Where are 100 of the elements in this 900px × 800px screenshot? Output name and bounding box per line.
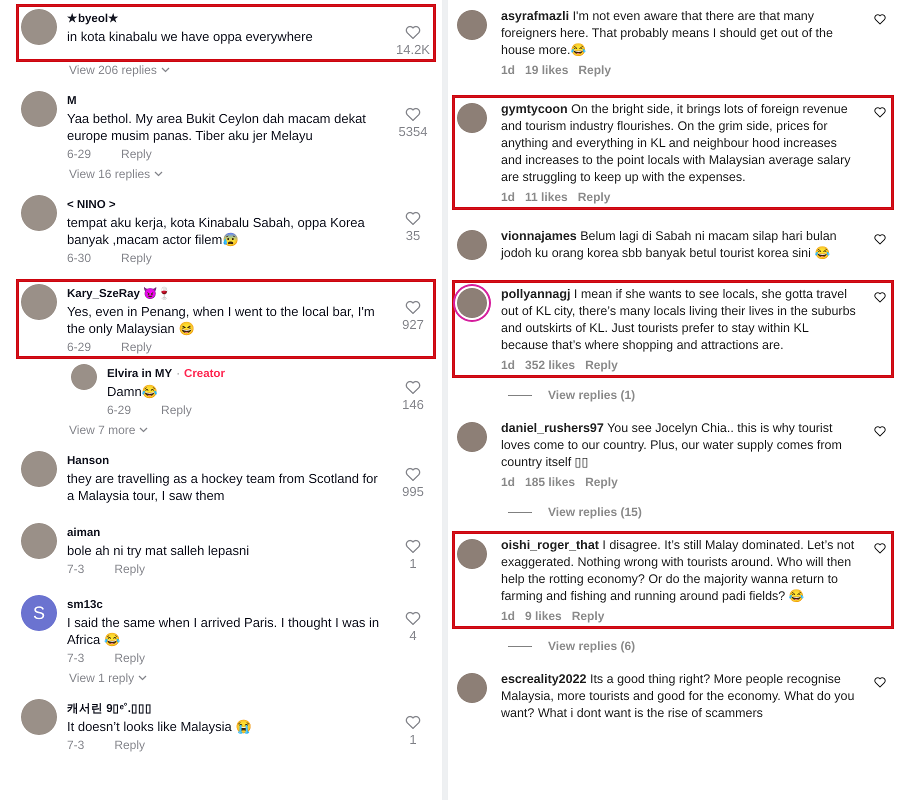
avatar-photo[interactable] [457,230,487,260]
username[interactable]: < NINO > [67,199,116,211]
like-count: 927 [402,317,424,332]
like-count: 146 [402,397,424,412]
view-replies-link[interactable]: View 16 replies [69,167,150,181]
separator-dot: · [176,368,180,380]
comment-text: gymtycoon On the bright side, it brings lots of foreign revenue and tourism industry flourishes. On the grim side, prices for anything and everything in KL and neighbour hood increases and increases to the point locals with Malaysian average salary are struggling to keep up with the expenses. [501,101,852,186]
comment-age: 1d [501,609,516,623]
username[interactable]: Kary_SzeRay 😈🍷 [67,286,172,300]
comment-text: oishi_roger_that I disagree. It’s still Malay dominated. Let’s not exaggerated. Nothing wrong with tourists around. Who will then help the rotting economy? Or do the majority wanna return to farming and fishing and running around padi fields? 😂 [501,537,856,605]
avatar-photo[interactable] [71,364,97,390]
chevron-down-icon[interactable] [139,427,148,433]
like-count: 14.2K [396,42,430,57]
chevron-down-icon[interactable] [154,171,164,177]
reply-link[interactable]: Reply [578,63,612,77]
username-link[interactable]: asyrafmazli [501,9,570,23]
reply-link[interactable]: Reply [121,251,152,265]
like-heart-icon[interactable] [873,675,887,689]
avatar-photo[interactable] [457,422,487,452]
username-link[interactable]: daniel_rushers97 [501,421,604,435]
username[interactable]: Hanson [67,455,110,467]
chevron-down-icon[interactable] [138,675,148,681]
comment-text: It doesn’t looks like Malaysia 😭 [67,718,252,735]
reply-link[interactable]: Reply [121,340,152,354]
view-replies-link[interactable]: View 1 reply [69,671,134,685]
avatar-photo[interactable] [21,91,57,127]
avatar-photo[interactable] [457,103,487,133]
username[interactable]: sm13c [67,599,103,611]
like-heart-icon[interactable] [873,232,887,246]
like-heart-icon[interactable] [873,541,887,555]
reply-link[interactable]: Reply [585,358,618,372]
comment-text: vionnajames Belum lagi di Sabah ni macam silap hari bulan jodoh ku orang korea sbb banyak betul tourist korea sini 😂 [501,228,838,262]
comment-date: 7-3 [67,562,84,576]
comment-text: pollyannagj I mean if she wants to see locals, she gotta travel out of KL city, there’s many locals living their lives in the suburbs and outskirts of KL. Just tourists prefer to stay within KL because that’s where shopping and attractions are. [501,286,857,354]
avatar-photo[interactable] [457,10,487,40]
comment-text: in kota kinabalu we have oppa everywhere [67,28,314,45]
comment-text: asyrafmazli I'm not even aware that there are that many foreigners here. That probably means I should get out of the house more.😂 [501,8,834,59]
reply-link[interactable]: Reply [121,147,152,161]
username[interactable]: M [67,95,77,107]
avatar-photo[interactable] [457,539,487,569]
avatar-photo[interactable] [21,9,57,45]
username-link[interactable]: gymtycoon [501,102,568,116]
like-count: 19 likes [525,63,568,77]
comment-date: 6-29 [107,403,132,417]
comment-text: tempat aku kerja, kota Kinabalu Sabah, oppa Korea banyak ,macam actor filem😰 [67,214,366,248]
comment-date: 7-3 [67,738,84,752]
view-replies-link[interactable]: View 206 replies [69,63,157,77]
like-heart-icon[interactable] [873,105,887,119]
comment-age: 1d [501,190,516,204]
view-replies-link[interactable]: View replies (1) [548,388,636,402]
reply-link[interactable]: Reply [114,738,146,752]
comment-text: I said the same when I arrived Paris. I thought I was in Africa 😂 [67,614,380,648]
like-count: 4 [409,628,417,643]
view-replies-link[interactable]: View 7 more [69,423,136,437]
reply-link[interactable]: Reply [114,562,146,576]
username[interactable]: ★byeol★ [67,11,120,25]
avatar-photo[interactable] [21,284,57,320]
like-count: 352 likes [525,358,576,372]
comment-text: escreality2022 Its a good thing right? More people recognise Malaysia, more tourists and good for the economy. What do you want? What i dont want is the rise of scammers [501,671,856,722]
reply-link[interactable]: Reply [578,190,610,204]
reply-link[interactable]: Reply [585,475,618,489]
comment-text: bole ah ni try mat salleh lepasni [67,542,250,559]
like-count: 9 likes [525,609,562,623]
comment-text: they are travelling as a hockey team from Scotland for a Malaysia tour, I saw them [67,470,379,504]
username-link[interactable]: escreality2022 [501,672,586,686]
username-link[interactable]: vionnajames [501,229,577,243]
avatar-photo[interactable] [21,451,57,487]
username-link[interactable]: pollyannagj [501,287,570,301]
avatar-photo[interactable] [21,195,57,231]
comment-text: Damn😂 [107,383,159,400]
like-count: 1 [409,732,417,747]
avatar-photo[interactable] [457,673,487,703]
reply-link[interactable]: Reply [572,609,604,623]
comment-age: 1d [501,63,516,77]
username[interactable]: 캐서린 9▯ᵉ˚.▯▯▯ [67,701,152,716]
username[interactable]: Elvira in MY [107,368,172,380]
username-link[interactable]: oishi_roger_that [501,538,599,552]
reply-link[interactable]: Reply [114,651,146,665]
view-replies-link[interactable]: View replies (6) [548,639,636,653]
avatar-photo[interactable] [457,288,487,318]
reply-link[interactable]: Reply [161,403,192,417]
creator-label: Creator [184,368,225,380]
comment-text: Yaa bethol. My area Bukit Ceylon dah macam dekat europe musim panas. Tiber aku jer Melayu [67,110,367,144]
avatar-photo[interactable] [21,523,57,559]
comment-age: 1d [501,358,516,372]
view-replies-link[interactable]: View replies (15) [548,505,642,519]
like-heart-icon[interactable] [873,424,887,438]
like-heart-icon[interactable] [873,12,887,26]
like-count: 185 likes [525,475,576,489]
comment-date: 7-3 [67,651,84,665]
chevron-down-icon[interactable] [160,67,170,73]
comment-age: 1d [501,475,516,489]
comment-date: 6-29 [67,340,92,354]
like-count: 5354 [398,124,428,139]
like-heart-icon[interactable] [873,290,887,304]
like-count: 1 [409,556,417,571]
letter-avatar[interactable]: S [21,595,57,631]
avatar-photo[interactable] [21,699,57,735]
username[interactable]: aiman [67,527,100,539]
comment-date: 6-30 [67,251,92,265]
